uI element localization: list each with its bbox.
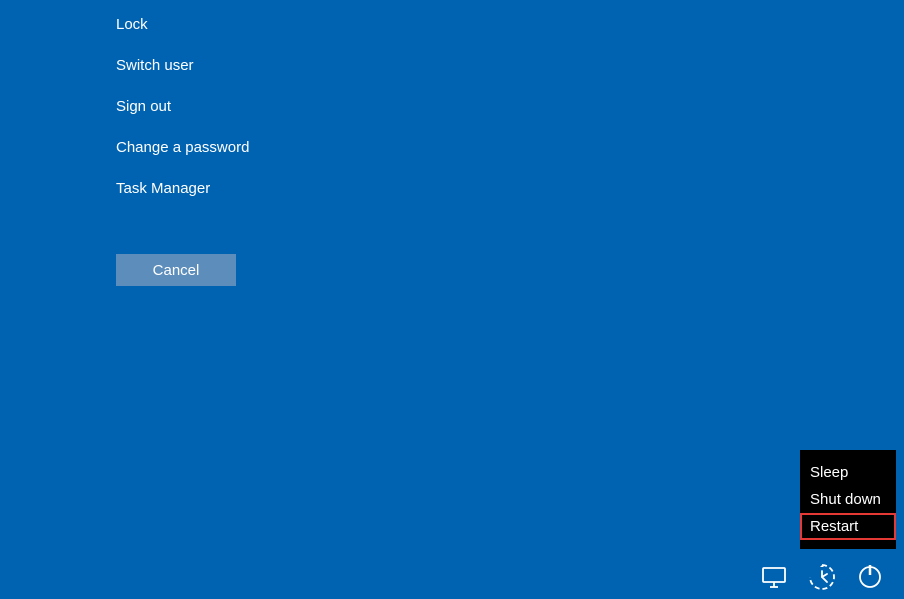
menu-item-change-password[interactable]: Change a password — [116, 129, 249, 170]
menu-item-task-manager[interactable]: Task Manager — [116, 170, 249, 211]
power-menu-restart[interactable]: Restart — [800, 513, 896, 540]
power-menu-shut-down[interactable]: Shut down — [800, 486, 896, 513]
ease-of-access-icon[interactable] — [808, 563, 836, 591]
network-icon[interactable] — [760, 563, 788, 591]
security-options-menu: Lock Switch user Sign out Change a passw… — [116, 6, 249, 211]
cancel-button[interactable]: Cancel — [116, 254, 236, 286]
menu-item-lock[interactable]: Lock — [116, 6, 249, 47]
power-menu: Sleep Shut down Restart — [800, 450, 896, 549]
menu-item-switch-user[interactable]: Switch user — [116, 47, 249, 88]
power-menu-sleep[interactable]: Sleep — [800, 459, 896, 486]
bottom-icon-bar — [760, 563, 884, 591]
power-icon[interactable] — [856, 563, 884, 591]
menu-item-sign-out[interactable]: Sign out — [116, 88, 249, 129]
